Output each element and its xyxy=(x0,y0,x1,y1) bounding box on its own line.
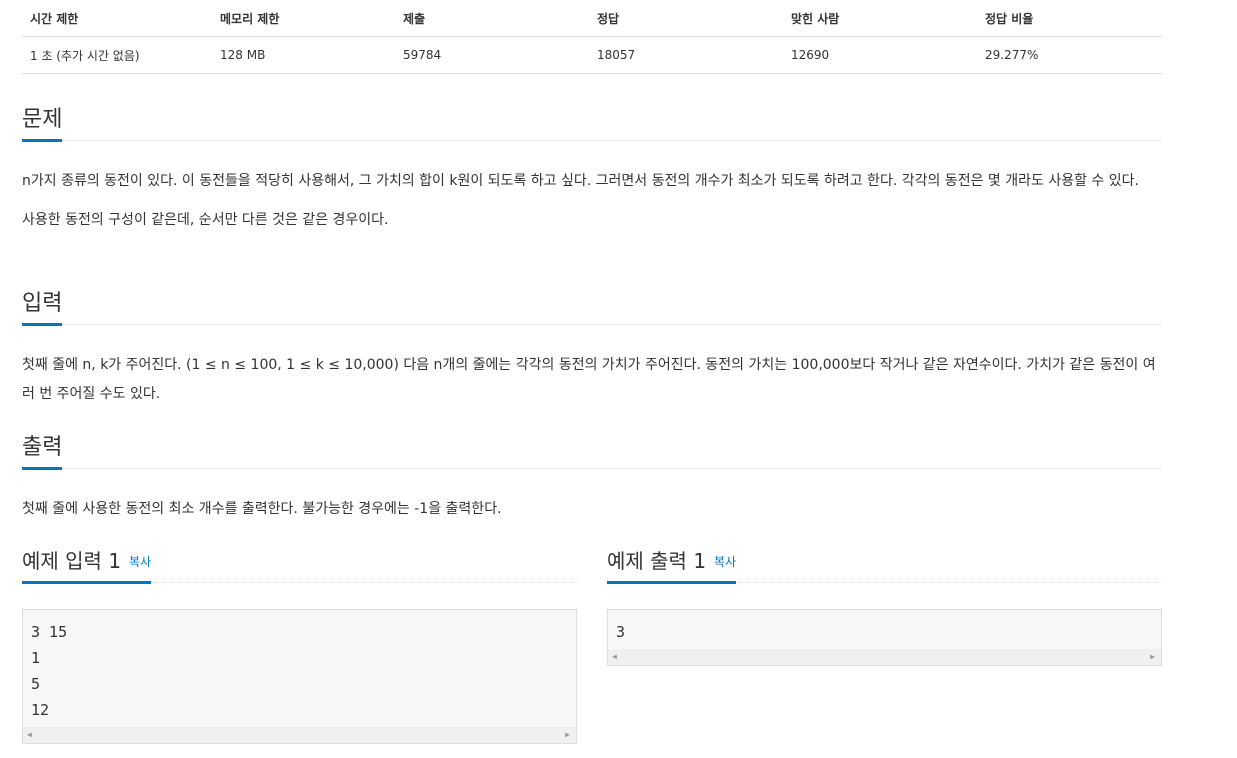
input-description: 첫째 줄에 n, k가 주어진다. (1 ≤ n ≤ 100, 1 ≤ k ≤ … xyxy=(22,357,1156,402)
input-section: 입력 첫째 줄에 n, k가 주어진다. (1 ≤ n ≤ 100, 1 ≤ k… xyxy=(22,284,1162,409)
sample-output-title: 예제 출력 1 xyxy=(607,548,707,573)
sample-input-line: 1 xyxy=(31,649,41,667)
output-section: 출력 첫째 줄에 사용한 동전의 최소 개수를 출력한다. 불가능한 경우에는 … xyxy=(22,428,1162,524)
scroll-right-arrow-icon[interactable]: ▶ xyxy=(565,727,570,743)
output-title: 출력 xyxy=(22,430,63,470)
problem-paragraph-2: 사용한 동전의 구성이 같은데, 순서만 다른 것은 같은 경우이다. xyxy=(22,212,389,228)
sample-input-scrollbar[interactable]: ◀ ▶ xyxy=(23,727,576,743)
sample-input-heading: 예제 입력 1 복사 xyxy=(22,543,152,584)
scroll-left-arrow-icon[interactable]: ◀ xyxy=(612,649,617,665)
header-accepted: 정답 xyxy=(589,0,783,37)
header-submissions: 제출 xyxy=(395,0,589,37)
problem-section: 문제 n가지 종류의 동전이 있다. 이 동전들을 적당히 사용해서, 그 가치… xyxy=(22,100,1162,235)
value-submissions: 59784 xyxy=(395,36,589,74)
value-memory-limit: 128 MB xyxy=(212,36,395,74)
copy-sample-output-link[interactable]: 복사 xyxy=(714,555,736,569)
sample-input-box: 3 15 1 5 12 ◀ ▶ xyxy=(22,609,577,744)
copy-sample-input-link[interactable]: 복사 xyxy=(129,555,151,569)
sample-input-section: 예제 입력 1 복사 3 15 1 5 12 ◀ ▶ xyxy=(22,540,577,744)
value-accept-ratio: 29.277% xyxy=(977,36,1162,74)
sample-input-line: 12 xyxy=(31,701,50,719)
info-value-row: 1 초 (추가 시간 없음) 128 MB 59784 18057 12690 … xyxy=(22,36,1162,74)
scroll-right-arrow-icon[interactable]: ▶ xyxy=(1150,649,1155,665)
sample-output-section: 예제 출력 1 복사 3 ◀ ▶ xyxy=(607,540,1162,666)
value-time-limit: 1 초 (추가 시간 없음) xyxy=(22,36,212,74)
sample-output-heading: 예제 출력 1 복사 xyxy=(607,543,737,584)
problem-description: n가지 종류의 동전이 있다. 이 동전들을 적당히 사용해서, 그 가치의 합… xyxy=(22,167,1162,235)
info-header-row: 시간 제한 메모리 제한 제출 정답 맞힌 사람 정답 비율 xyxy=(22,0,1162,37)
sample-input-line: 5 xyxy=(31,675,41,693)
output-description: 첫째 줄에 사용한 동전의 최소 개수를 출력한다. 불가능한 경우에는 -1을… xyxy=(22,501,502,517)
input-headline: 입력 xyxy=(22,284,1162,326)
scroll-left-arrow-icon[interactable]: ◀ xyxy=(27,727,32,743)
value-solvers: 12690 xyxy=(783,36,977,74)
sample-output-line: 3 xyxy=(616,623,626,641)
sample-output-headline: 예제 출력 1 복사 xyxy=(607,540,1162,584)
sample-output-scrollbar[interactable]: ◀ ▶ xyxy=(608,649,1161,665)
sample-input-line: 3 15 xyxy=(31,623,68,641)
value-accepted: 18057 xyxy=(589,36,783,74)
sample-input-title: 예제 입력 1 xyxy=(22,548,122,573)
sample-input-headline: 예제 입력 1 복사 xyxy=(22,540,577,584)
input-title: 입력 xyxy=(22,286,63,326)
header-accept-ratio: 정답 비율 xyxy=(977,0,1162,37)
problem-info: 시간 제한 메모리 제한 제출 정답 맞힌 사람 정답 비율 1 초 (추가 시… xyxy=(22,0,1162,74)
header-solvers: 맞힌 사람 xyxy=(783,0,977,37)
sample-output-box: 3 ◀ ▶ xyxy=(607,609,1162,666)
problem-paragraph-1: n가지 종류의 동전이 있다. 이 동전들을 적당히 사용해서, 그 가치의 합… xyxy=(22,173,1139,189)
header-time-limit: 시간 제한 xyxy=(22,0,212,37)
problem-info-table: 시간 제한 메모리 제한 제출 정답 맞힌 사람 정답 비율 1 초 (추가 시… xyxy=(22,0,1162,74)
problem-headline: 문제 xyxy=(22,100,1162,142)
header-memory-limit: 메모리 제한 xyxy=(212,0,395,37)
problem-title: 문제 xyxy=(22,102,63,142)
output-headline: 출력 xyxy=(22,428,1162,470)
